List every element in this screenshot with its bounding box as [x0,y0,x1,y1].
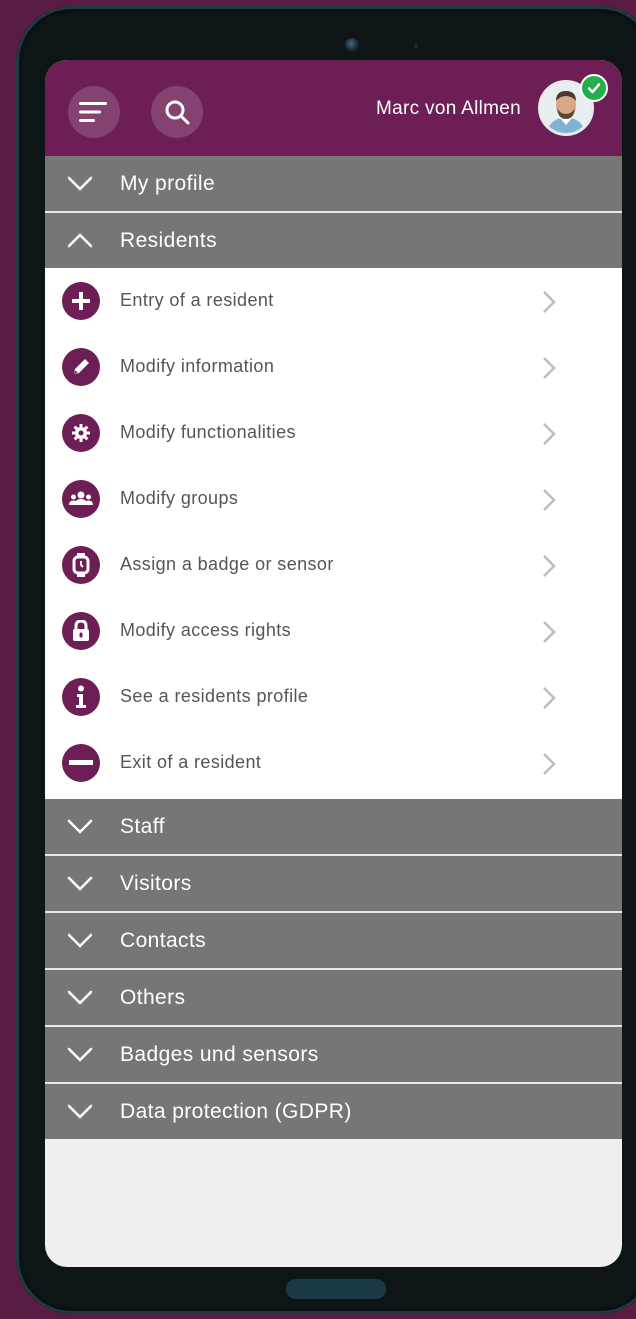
camera-lens [345,38,359,52]
chevron-down-icon [67,990,93,1005]
chevron-down-icon [67,1104,93,1119]
search-icon [165,100,190,125]
section-badges-sensors[interactable]: Badges und sensors [45,1027,622,1082]
menu-button[interactable] [68,86,120,138]
chevron-up-icon [67,233,93,248]
list-item-modify-functionalities[interactable]: Modify functionalities [45,400,622,466]
minus-circle-icon [62,744,100,782]
pencil-icon [62,348,100,386]
section-residents[interactable]: Residents [45,213,622,268]
home-indicator[interactable] [286,1279,386,1299]
section-data-protection[interactable]: Data protection (GDPR) [45,1084,622,1139]
item-label: Modify access rights [120,620,292,640]
section-visitors[interactable]: Visitors [45,856,622,911]
list-item-modify-groups[interactable]: Modify groups [45,466,622,532]
chevron-right-icon [543,489,556,511]
chevron-right-icon [543,555,556,577]
search-button[interactable] [151,86,203,138]
section-label: Staff [120,814,165,838]
user-name[interactable]: Marc von Allmen [376,98,521,120]
item-label: See a residents profile [120,686,309,706]
section-label: Data protection (GDPR) [120,1099,352,1123]
item-label: Modify information [120,356,275,376]
section-label: Others [120,985,186,1009]
chevron-down-icon [67,819,93,834]
badge-watch-icon [62,546,100,584]
section-others[interactable]: Others [45,970,622,1025]
top-bar: Marc von Allmen [45,60,622,156]
info-icon [62,678,100,716]
lock-icon [62,612,100,650]
list-item-residents-profile[interactable]: See a residents profile [45,664,622,730]
item-label: Assign a badge or sensor [120,554,334,574]
list-item-modify-information[interactable]: Modify information [45,334,622,400]
check-icon [587,83,601,94]
section-label: My profile [120,171,216,195]
chevron-right-icon [543,687,556,709]
list-item-entry[interactable]: Entry of a resident [45,268,622,334]
gear-icon [62,414,100,452]
section-label: Contacts [120,928,207,952]
list-item-access-rights[interactable]: Modify access rights [45,598,622,664]
chevron-down-icon [67,876,93,891]
list-item-exit[interactable]: Exit of a resident [45,730,622,796]
residents-list: Entry of a resident Modify information M… [45,268,622,799]
section-contacts[interactable]: Contacts [45,913,622,968]
menu-icon [79,102,107,122]
section-staff[interactable]: Staff [45,799,622,854]
item-label: Modify groups [120,488,239,508]
chevron-right-icon [543,423,556,445]
chevron-right-icon [543,357,556,379]
chevron-right-icon [543,291,556,313]
sensor-dot [414,44,418,48]
app-screen: Marc von Allmen My profile Residents Ent… [45,60,622,1267]
chevron-down-icon [67,176,93,191]
chevron-down-icon [67,933,93,948]
item-label: Exit of a resident [120,752,262,772]
chevron-right-icon [543,621,556,643]
section-label: Badges und sensors [120,1042,319,1066]
item-label: Entry of a resident [120,290,274,310]
plus-circle-icon [62,282,100,320]
list-item-assign-badge[interactable]: Assign a badge or sensor [45,532,622,598]
item-label: Modify functionalities [120,422,296,442]
chevron-down-icon [67,1047,93,1062]
section-label: Visitors [120,871,192,895]
group-icon [62,480,100,518]
chevron-right-icon [543,753,556,775]
section-my-profile[interactable]: My profile [45,156,622,211]
status-check-badge [580,74,608,102]
section-label: Residents [120,228,217,252]
